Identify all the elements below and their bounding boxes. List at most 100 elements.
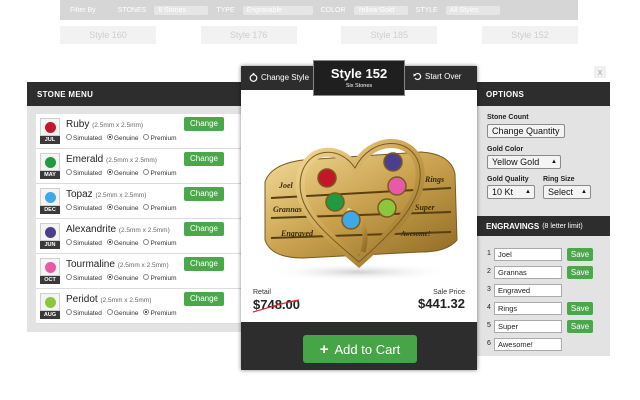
stone-option-label: Simulated (73, 310, 102, 317)
change-stone-button[interactable]: Change (184, 257, 224, 271)
radio-icon[interactable] (106, 169, 113, 176)
change-style-link[interactable]: Change Style (249, 72, 309, 82)
radio-icon[interactable] (66, 274, 72, 281)
engraving-number: 1 (487, 250, 491, 257)
radio-icon[interactable] (66, 239, 72, 246)
stone-name: Alexandrite (2.5mm x 2.5mm) (66, 224, 170, 235)
stone-option[interactable]: Premium (143, 134, 177, 142)
stone-option-label: Simulated (73, 205, 102, 212)
stone-option[interactable]: Premium (143, 274, 177, 282)
stone-option[interactable]: Simulated (66, 274, 102, 282)
engraving-input[interactable]: Engraved (494, 284, 562, 297)
save-engraving-button[interactable]: Save (567, 266, 593, 279)
stone-option[interactable]: Premium (143, 169, 177, 177)
gem-icon (44, 121, 56, 133)
topaz-gem (341, 210, 361, 230)
filter-stones-select[interactable]: 6 Stones (154, 5, 209, 15)
style-tab[interactable]: Style 152 (481, 26, 578, 44)
stone-option[interactable]: Simulated (66, 134, 102, 142)
sale-price-label: Sale Price (433, 289, 465, 296)
close-icon[interactable]: x (594, 66, 606, 78)
style-subtitle: Six Stones (345, 83, 373, 89)
stone-option[interactable]: Simulated (66, 169, 102, 177)
engraving-input[interactable]: Awesome! (494, 338, 562, 351)
radio-icon[interactable] (143, 274, 150, 281)
save-engraving-button[interactable]: Save (567, 302, 593, 315)
radio-icon[interactable] (106, 134, 113, 141)
stone-size: (2.5mm x 2.5mm) (117, 262, 169, 269)
change-stone-button[interactable]: Change (184, 292, 224, 306)
stone-option-label: Premium (150, 135, 177, 142)
engraving-input[interactable]: Joel (494, 248, 562, 261)
radio-icon[interactable] (143, 169, 150, 176)
radio-icon[interactable] (66, 134, 72, 141)
change-stone-button[interactable]: Change (184, 117, 224, 131)
radio-icon[interactable] (106, 204, 113, 211)
stone-option-label: Premium (150, 240, 177, 247)
stone-name-label: Ruby (66, 119, 90, 130)
save-engraving-button[interactable]: Save (567, 320, 593, 333)
stone-size: (2.5mm x 2.5mm) (106, 157, 157, 164)
radio-icon[interactable] (66, 204, 72, 211)
change-quantity-button[interactable]: Change Quantity (487, 124, 565, 138)
stone-option[interactable]: Simulated (66, 309, 102, 317)
stone-option[interactable]: Genuine (106, 274, 139, 282)
filter-color-select[interactable]: Yellow Gold (353, 5, 408, 15)
stone-option-label: Premium (150, 205, 177, 212)
change-stone-button[interactable]: Change (184, 222, 224, 236)
radio-icon[interactable] (106, 239, 113, 246)
stone-name-label: Tourmaline (66, 259, 115, 270)
change-stone-button[interactable]: Change (184, 152, 224, 166)
stone-option-label: Genuine (113, 275, 139, 282)
engravings-title: ENGRAVINGS (486, 221, 540, 231)
save-engraving-button[interactable]: Save (567, 248, 593, 261)
stone-row: DEC Topaz (2.5mm x 2.5mm) Simulated Genuine… (36, 184, 260, 219)
stone-option[interactable]: Premium (143, 204, 177, 212)
stone-option[interactable]: Genuine (106, 134, 138, 142)
gem-swatch (40, 153, 60, 171)
start-over-link[interactable]: Start Over (413, 72, 461, 81)
add-to-cart-button[interactable]: + Add to Cart (303, 335, 417, 363)
stone-option[interactable]: Genuine (106, 309, 138, 317)
radio-icon[interactable] (106, 274, 113, 281)
stone-option-label: Genuine (113, 170, 139, 177)
ruby-gem (317, 168, 337, 188)
engraving-input[interactable]: Rings (494, 302, 562, 315)
filter-by-label: Filter By (70, 6, 96, 14)
stone-name: Emerald (2.5mm x 2.5mm) (66, 154, 157, 165)
radio-icon[interactable] (143, 204, 150, 211)
stone-option[interactable]: Premium (143, 239, 177, 247)
retail-label: Retail (253, 289, 271, 296)
stone-option[interactable]: Genuine (106, 239, 138, 247)
gold-quality-select[interactable]: 10 Kt ▲ (487, 185, 535, 199)
radio-icon[interactable] (143, 134, 150, 141)
stone-row: JUL Ruby (2.5mm x 2.5mm) Simulated Genuine P… (36, 114, 260, 149)
style-tab[interactable]: Style 185 (341, 26, 438, 44)
stone-option[interactable]: Genuine (106, 169, 139, 177)
engraving-input[interactable]: Super (494, 320, 562, 333)
stone-option[interactable]: Simulated (66, 204, 102, 212)
gem-swatch (40, 293, 60, 311)
style-tab[interactable]: Style 176 (200, 26, 297, 44)
gold-color-select[interactable]: Yellow Gold ▲ (487, 155, 561, 169)
radio-icon[interactable] (106, 309, 113, 316)
radio-icon[interactable] (66, 169, 72, 176)
filter-style-select[interactable]: All Styles (445, 5, 500, 15)
month-label: MAY (40, 171, 60, 179)
stone-menu-panel: STONE MENU JUL Ruby (2.5mm x 2.5mm) Simula… (27, 82, 260, 332)
change-stone-button[interactable]: Change (184, 187, 224, 201)
radio-icon[interactable] (66, 309, 72, 316)
stone-option[interactable]: Simulated (66, 239, 102, 247)
radio-icon[interactable] (143, 309, 150, 316)
engraving-row: 5 Super Save (487, 320, 607, 334)
filter-type-select[interactable]: Engravable (242, 5, 313, 15)
engraving-input[interactable]: Grannas (494, 266, 562, 279)
undo-icon (413, 72, 422, 81)
ring-size-select[interactable]: Select ▲ (543, 185, 591, 199)
engraving-row: 4 Rings Save (487, 302, 607, 316)
stone-option[interactable]: Premium (143, 309, 177, 317)
style-tab[interactable]: Style 160 (60, 26, 156, 44)
background-filter-bar: Filter By STONES 6 Stones TYPE Engravabl… (60, 0, 578, 20)
radio-icon[interactable] (143, 239, 150, 246)
stone-option[interactable]: Genuine (106, 204, 138, 212)
